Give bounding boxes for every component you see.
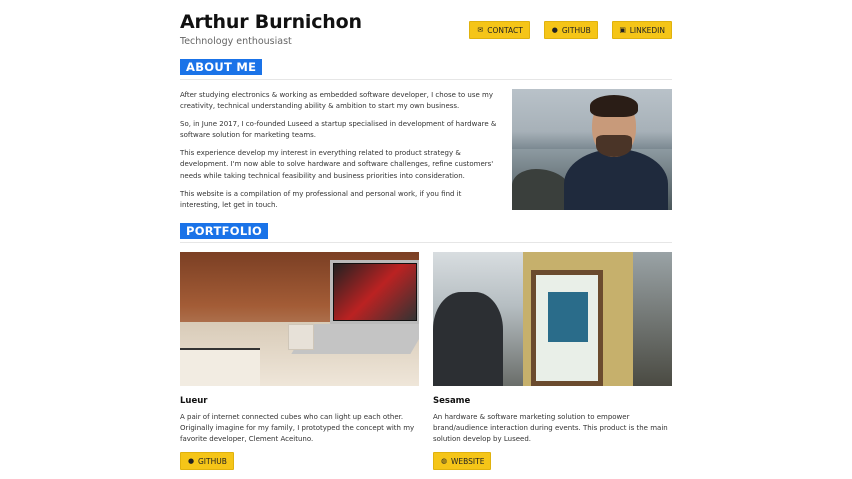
- about-section-title: ABOUT ME: [180, 59, 263, 75]
- about-divider: [180, 79, 672, 80]
- header-buttons: ✉ CONTACT ● GITHUB ▣ LINKEDIN: [469, 21, 672, 39]
- site-tagline: Technology enthousiast: [180, 36, 292, 47]
- portfolio-item-title: Sesame: [433, 396, 471, 406]
- about-text: After studying electronics & working as …: [180, 90, 498, 218]
- mail-icon: ✉: [477, 26, 484, 34]
- github-icon: ●: [551, 26, 558, 34]
- sesame-website-button-label: WEBSITE: [451, 456, 485, 466]
- portfolio-card-sesame: Sesame An hardware & software marketing …: [433, 252, 672, 470]
- sesame-image: [433, 252, 672, 386]
- about-paragraph: This website is a compilation of my prof…: [180, 189, 462, 209]
- about-paragraph: After studying electronics & working as …: [180, 91, 493, 111]
- header: Arthur Burnichon Technology enthousiast …: [180, 0, 672, 58]
- github-icon: ●: [187, 457, 195, 465]
- profile-photo: [512, 89, 672, 210]
- lueur-image: [180, 252, 419, 386]
- globe-icon: ◍: [440, 457, 448, 465]
- linkedin-button[interactable]: ▣ LINKEDIN: [611, 21, 672, 39]
- portfolio-divider: [180, 242, 672, 243]
- lueur-github-button-label: GITHUB: [198, 456, 227, 466]
- github-button-label: GITHUB: [561, 25, 591, 35]
- page-container: Arthur Burnichon Technology enthousiast …: [180, 0, 672, 470]
- portfolio-item-description: A pair of internet connected cubes who c…: [180, 413, 415, 443]
- lueur-github-button[interactable]: ● GITHUB: [180, 452, 234, 470]
- about-paragraph: So, in June 2017, I co-founded Luseed a …: [180, 120, 497, 140]
- contact-button-label: CONTACT: [487, 25, 523, 35]
- portfolio-item-description: An hardware & software marketing solutio…: [433, 413, 668, 443]
- linkedin-button-label: LINKEDIN: [629, 25, 665, 35]
- contact-button[interactable]: ✉ CONTACT: [469, 21, 530, 39]
- site-title: Arthur Burnichon: [180, 11, 362, 33]
- portfolio-section-title: PORTFOLIO: [180, 223, 269, 239]
- about-paragraph: This experience develop my interest in e…: [180, 149, 494, 180]
- portfolio-card-lueur: Lueur A pair of internet connected cubes…: [180, 252, 419, 470]
- portfolio-item-title: Lueur: [180, 396, 208, 406]
- sesame-website-button[interactable]: ◍ WEBSITE: [433, 452, 492, 470]
- github-button[interactable]: ● GITHUB: [543, 21, 598, 39]
- linkedin-icon: ▣: [619, 26, 627, 34]
